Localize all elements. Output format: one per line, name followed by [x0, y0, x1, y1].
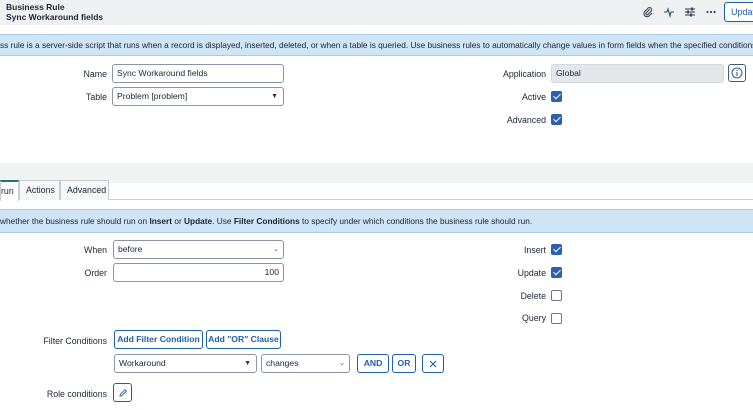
tab-advanced[interactable]: Advanced: [60, 180, 109, 200]
remove-condition-button[interactable]: [422, 354, 444, 373]
tabs-divider: [0, 199, 753, 200]
when-value: before: [118, 244, 143, 254]
when-label: When: [84, 245, 107, 255]
section-band: [0, 163, 753, 183]
application-label: Application: [502, 69, 546, 79]
activity-icon[interactable]: [661, 4, 677, 20]
application-field: Global: [551, 64, 724, 83]
or-button[interactable]: OR: [392, 354, 416, 373]
close-icon: [429, 360, 437, 368]
add-filter-condition-button[interactable]: Add Filter Condition: [114, 330, 203, 349]
condition-field-value: Workaround: [119, 358, 166, 368]
role-conditions-label: Role conditions: [46, 389, 107, 399]
when-select[interactable]: before ⌄: [113, 240, 284, 259]
sliders-icon[interactable]: [682, 4, 698, 20]
active-checkbox[interactable]: [551, 91, 562, 102]
info-button[interactable]: [728, 64, 746, 82]
caret-down-icon: ▼: [244, 360, 251, 367]
delete-label: Delete: [520, 291, 546, 301]
info-icon: [731, 67, 743, 79]
tab-actions[interactable]: Actions: [19, 180, 60, 200]
query-label: Query: [522, 313, 546, 323]
tab-when-to-run[interactable]: run: [0, 180, 19, 201]
filter-conditions-label: Filter Conditions: [43, 336, 107, 346]
condition-operator-value: changes: [266, 358, 299, 368]
advanced-checkbox[interactable]: [551, 114, 562, 125]
query-checkbox[interactable]: [551, 313, 562, 324]
update-label: Update: [517, 268, 546, 278]
delete-checkbox[interactable]: [551, 290, 562, 301]
insert-label: Insert: [523, 245, 546, 255]
name-field[interactable]: Sync Workaround fields: [112, 64, 284, 83]
advanced-label: Advanced: [506, 115, 546, 125]
add-or-clause-button[interactable]: Add "OR" Clause: [206, 330, 281, 349]
record-title: Business Rule Sync Workaround fields: [6, 2, 103, 22]
paperclip-icon[interactable]: [640, 4, 656, 20]
update-checkbox[interactable]: [551, 267, 562, 278]
form-header: Business Rule Sync Workaround fields Upd…: [0, 0, 753, 25]
description-banner: ss rule is a server-side script that run…: [0, 34, 753, 56]
chevron-down-icon: ⌄: [273, 246, 279, 253]
condition-operator-select[interactable]: changes ⌄: [261, 354, 350, 373]
order-field[interactable]: 100: [113, 263, 284, 282]
table-value: Problem [problem]: [117, 91, 188, 101]
caret-down-icon: ▼: [271, 93, 278, 100]
order-label: Order: [84, 268, 108, 278]
insert-checkbox[interactable]: [551, 244, 562, 255]
edit-role-conditions-button[interactable]: [113, 383, 132, 402]
when-to-run-banner: whether the business rule should run on …: [0, 209, 753, 233]
table-select[interactable]: Problem [problem] ▼: [112, 87, 284, 106]
table-label: Table: [85, 92, 107, 102]
condition-field-select[interactable]: Workaround ▼: [114, 354, 257, 373]
record-name: Sync Workaround fields: [6, 12, 104, 22]
more-icon[interactable]: [703, 4, 719, 20]
pencil-icon: [118, 388, 127, 397]
name-label: Name: [83, 69, 107, 79]
update-button[interactable]: Update: [724, 2, 753, 22]
active-label: Active: [522, 92, 546, 102]
and-button[interactable]: AND: [357, 354, 389, 373]
chevron-down-icon: ⌄: [339, 360, 345, 367]
record-type: Business Rule: [6, 2, 65, 12]
